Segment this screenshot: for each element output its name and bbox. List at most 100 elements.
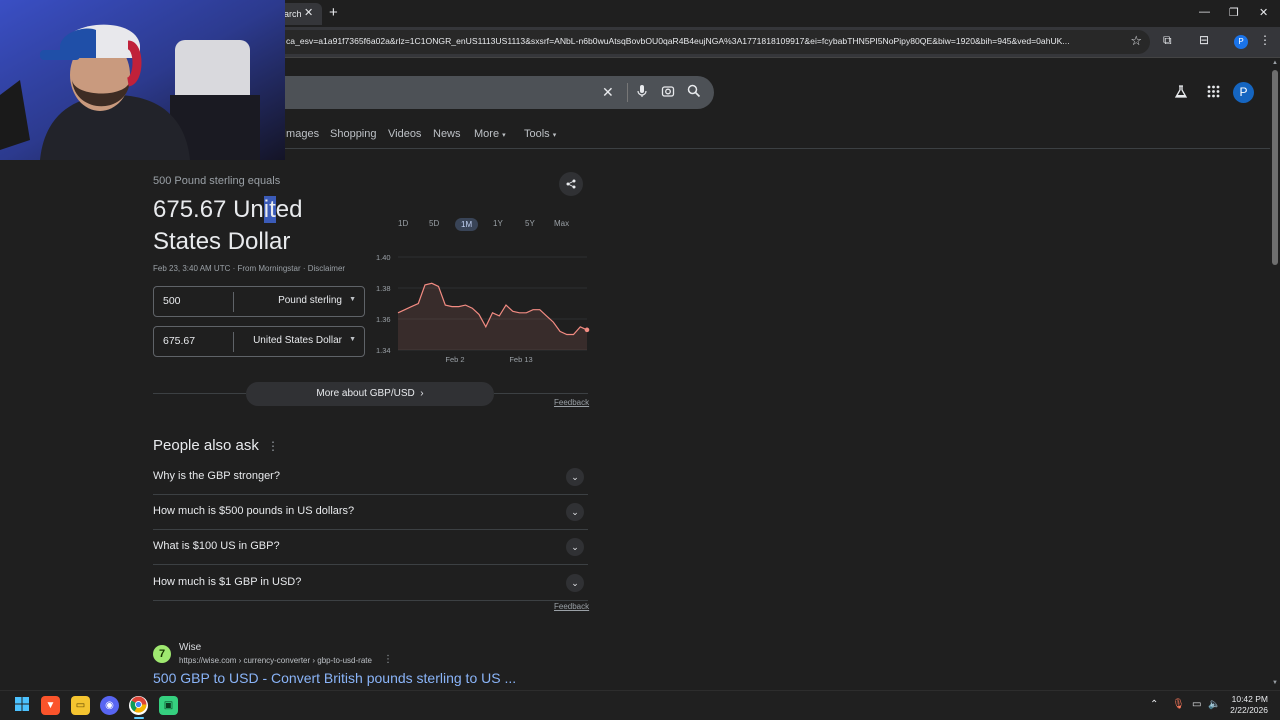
dropdown-caret-icon[interactable]: ▼ [349,336,356,343]
range-1d[interactable]: 1D [398,219,408,228]
converter-meta: Feb 23, 3:40 AM UTC · From Morningstar ·… [153,264,346,273]
page-scrollbar[interactable]: ▲ ▼ [1270,58,1280,690]
tab-shopping[interactable]: Shopping [330,128,377,140]
paa-question-text: How much is $1 GBP in USD? [153,576,302,588]
tray-chevron-up-icon[interactable]: ⌃ [1150,699,1158,710]
clear-search-icon[interactable]: ✕ [602,84,614,101]
dropdown-caret-icon[interactable]: ▼ [349,296,356,303]
converter-subtitle: 500 Pound sterling equals [153,175,281,187]
chevron-down-icon[interactable]: ⌄ [566,538,584,556]
divider [153,393,246,394]
tab-more[interactable]: More ▾ [474,128,506,140]
account-avatar[interactable]: P [1233,82,1254,103]
chevron-down-icon[interactable]: ⌄ [566,503,584,521]
range-1y[interactable]: 1Y [493,219,503,228]
result-title-link[interactable]: 500 GBP to USD - Convert British pounds … [153,670,516,686]
scroll-thumb[interactable] [1272,70,1278,265]
paa-question[interactable]: Why is the GBP stronger? ⌄ [153,460,588,495]
rate-timestamp: Feb 23, 3:40 AM UTC [153,264,231,273]
windows-start-icon[interactable] [12,696,31,715]
minimize-icon[interactable]: — [1199,6,1210,18]
x-tick-label: Feb 2 [445,355,464,364]
app-icon[interactable]: ▣ [159,696,178,715]
from-amount-input[interactable]: 500 [163,295,181,307]
windows-taskbar: ▼ ▭ ◉ ▣ ⌃ 🎙 ▭ 🔈 10:42 PM 2/22/2026 [0,690,1280,720]
tab-tools[interactable]: Tools ▾ [524,128,556,140]
converter-feedback-link[interactable]: Feedback [554,398,589,407]
converted-value-currency: States Dollar [153,228,291,255]
extensions-puzzle-icon[interactable]: ⧉ [1163,33,1172,48]
webcam-overlay [0,0,285,160]
exchange-rate-chart[interactable]: 1.40 1.38 1.36 1.34 Feb 2 Feb 13 [370,248,590,366]
range-max[interactable]: Max [554,219,569,228]
result-url[interactable]: https://wise.com › currency-converter › … [179,656,372,665]
chart-area-fill [398,283,587,350]
tab-tools-label: Tools [524,128,550,140]
tab-close-icon[interactable]: ✕ [304,6,313,19]
window-close-icon[interactable]: ✕ [1259,6,1268,19]
more-about-button[interactable]: More about GBP/USD › [246,382,494,406]
chevron-down-icon: ▾ [502,132,506,139]
range-5d[interactable]: 5D [429,219,439,228]
chart-last-point [584,327,590,333]
range-5y[interactable]: 5Y [525,219,535,228]
to-currency-select[interactable]: United States Dollar [253,335,342,346]
restore-icon[interactable]: ❐ [1229,6,1239,19]
from-amount-field[interactable]: 500 Pound sterling ▼ [153,286,365,317]
tab-title: arch [284,9,302,19]
more-options-icon[interactable]: ⋮ [267,439,279,453]
more-about-label: More about GBP/USD [316,388,415,399]
network-icon[interactable]: ▭ [1192,699,1201,710]
chevron-down-icon: ▾ [552,132,557,139]
paa-question-text: What is $100 US in GBP? [153,540,280,552]
tab-videos[interactable]: Videos [388,128,421,140]
brave-browser-icon[interactable]: ▼ [41,696,60,715]
clock-date: 2/22/2026 [1230,705,1268,715]
to-amount-field[interactable]: 675.67 United States Dollar ▼ [153,326,365,357]
discord-icon[interactable]: ◉ [100,696,119,715]
x-tick-label: Feb 13 [509,355,532,364]
disclaimer-link[interactable]: Disclaimer [308,264,345,273]
scroll-up-icon[interactable]: ▲ [1272,60,1278,66]
volume-icon[interactable]: 🔈 [1208,699,1220,710]
paa-question[interactable]: How much is $1 GBP in USD? ⌄ [153,566,588,601]
tab-more-label: More [474,128,500,140]
search-input[interactable]: ✕ [250,76,714,109]
apps-grid-icon[interactable] [1207,85,1220,102]
chrome-icon[interactable] [129,696,148,715]
paa-question[interactable]: How much is $500 pounds in US dollars? ⌄ [153,495,588,530]
to-amount-input[interactable]: 675.67 [163,335,195,347]
file-explorer-icon[interactable]: ▭ [71,696,90,715]
tab-news[interactable]: News [433,128,461,140]
search-icon[interactable] [687,84,701,101]
wise-favicon-icon[interactable]: 7 [153,645,171,663]
chevron-down-icon[interactable]: ⌄ [566,468,584,486]
system-clock[interactable]: 10:42 PM 2/22/2026 [1222,694,1268,716]
from-currency-select[interactable]: Pound sterling [278,295,342,306]
scroll-down-icon[interactable]: ▼ [1272,680,1278,686]
paa-question[interactable]: What is $100 US in GBP? ⌄ [153,530,588,565]
new-tab-plus-icon[interactable]: + [329,4,338,21]
share-icon[interactable] [559,172,583,196]
paa-feedback-link[interactable]: Feedback [554,602,589,611]
rate-source: From Morningstar [237,264,301,273]
voice-search-mic-icon[interactable] [636,84,648,101]
browser-menu-icon[interactable]: ⋮ [1259,33,1271,47]
paa-question-text: How much is $500 pounds in US dollars? [153,505,355,517]
result-options-icon[interactable]: ⋮ [383,654,393,665]
chevron-down-icon[interactable]: ⌄ [566,574,584,592]
labs-flask-icon[interactable] [1174,85,1188,103]
y-tick-label: 1.36 [376,315,391,324]
microphone-icon[interactable]: 🎙 [1172,699,1185,710]
bookmark-star-icon[interactable]: ☆ [1130,33,1142,49]
field-divider [233,292,234,312]
address-bar[interactable]: ca_esv=a1a91f7365f6a02a&rlz=1C1ONGR_enUS… [270,30,1150,54]
tab-images[interactable]: Images [283,128,319,140]
image-search-camera-icon[interactable] [661,84,675,101]
converted-value-text: 675.67 Un [153,196,264,223]
browser-profile-avatar[interactable]: P [1234,35,1248,49]
tab-search-icon[interactable]: ⊟ [1199,33,1209,47]
result-site-name[interactable]: Wise [179,642,201,653]
y-tick-label: 1.40 [376,253,391,262]
range-1m[interactable]: 1M [455,218,479,231]
